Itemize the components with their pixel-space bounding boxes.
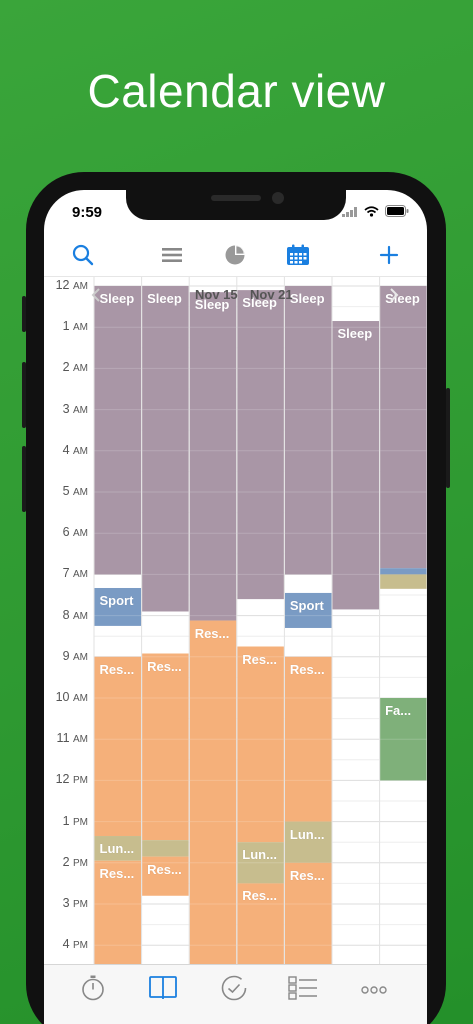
wifi-icon (364, 204, 379, 222)
notch (126, 190, 346, 220)
status-time: 9:59 (72, 204, 103, 221)
event-block[interactable] (284, 286, 332, 575)
event-label: Lun... (289, 826, 325, 842)
list-check-icon (288, 975, 318, 1005)
event-label: Sleep (289, 291, 325, 306)
chevron-right-icon[interactable] (388, 287, 400, 303)
event-block[interactable] (380, 568, 427, 575)
event-label: Res... (194, 625, 230, 641)
event-block[interactable] (94, 656, 142, 837)
event-block[interactable] (380, 286, 427, 569)
phone-power-button (446, 388, 450, 488)
event-label: Res... (289, 867, 325, 883)
signal-icon (342, 204, 358, 222)
phone-volume-up (22, 362, 26, 428)
tab-timer[interactable] (78, 975, 108, 1005)
event-block[interactable] (142, 840, 189, 857)
range-end-date: Nov 21 (250, 287, 293, 302)
headline: Calendar view (87, 65, 386, 117)
event-block[interactable] (189, 620, 237, 964)
toolbar (44, 240, 427, 276)
list-icon[interactable] (157, 240, 187, 270)
range-start-date: Nov 15 (195, 287, 238, 302)
event-label: Res... (99, 661, 135, 677)
event-block[interactable] (189, 292, 237, 621)
event-label: Res... (147, 658, 182, 674)
event-label: Sleep (99, 291, 135, 306)
check-circle-icon (221, 975, 247, 1006)
event-label: Lun... (99, 841, 135, 857)
battery-icon (385, 204, 409, 222)
pie-chart-icon[interactable] (220, 240, 250, 270)
event-label: Lun... (242, 847, 277, 863)
event-label: Fa... (385, 703, 412, 718)
calendar-grid[interactable]: 12 AM 1 AM 2 AM 3 AM 4 AM 5 AM 6 AM 7 AM 8 AM 9 A… (44, 276, 427, 964)
tab-journal[interactable] (148, 975, 178, 1005)
event-label: Sleep (337, 326, 373, 342)
tab-bar (44, 964, 427, 1024)
app-screen: 9:59 12 AM 1 AM 2 AM 3 AM 4 AM 5 AM 6 AM… (44, 190, 427, 1024)
event-label: Res... (242, 651, 277, 667)
event-label: Sport (289, 597, 324, 613)
search-icon[interactable] (68, 240, 98, 270)
event-label: Res... (242, 888, 277, 904)
phone-silent-switch (22, 296, 26, 332)
phone-volume-down (22, 446, 26, 512)
event-label: Sport (99, 592, 134, 608)
tab-goals[interactable] (219, 975, 249, 1005)
chevron-left-icon[interactable] (90, 287, 102, 303)
calendar-canvas[interactable] (44, 277, 427, 964)
book-icon (149, 975, 177, 1005)
event-block[interactable] (380, 574, 427, 589)
event-block[interactable] (94, 286, 142, 575)
event-block[interactable] (237, 290, 284, 600)
event-label: Sleep (147, 291, 182, 306)
event-block[interactable] (237, 646, 284, 843)
event-block[interactable] (332, 321, 380, 610)
timer-icon (81, 975, 105, 1006)
event-block[interactable] (142, 653, 189, 841)
event-label: Res... (289, 661, 325, 677)
tab-categories[interactable] (288, 975, 318, 1005)
event-label: Res... (99, 865, 135, 881)
plus-icon[interactable] (374, 240, 404, 270)
more-icon (361, 981, 387, 999)
event-block[interactable] (142, 286, 189, 612)
event-label: Res... (147, 861, 182, 877)
calendar-icon[interactable] (283, 240, 313, 270)
tab-more[interactable] (359, 975, 389, 1005)
status-icons (342, 204, 409, 222)
